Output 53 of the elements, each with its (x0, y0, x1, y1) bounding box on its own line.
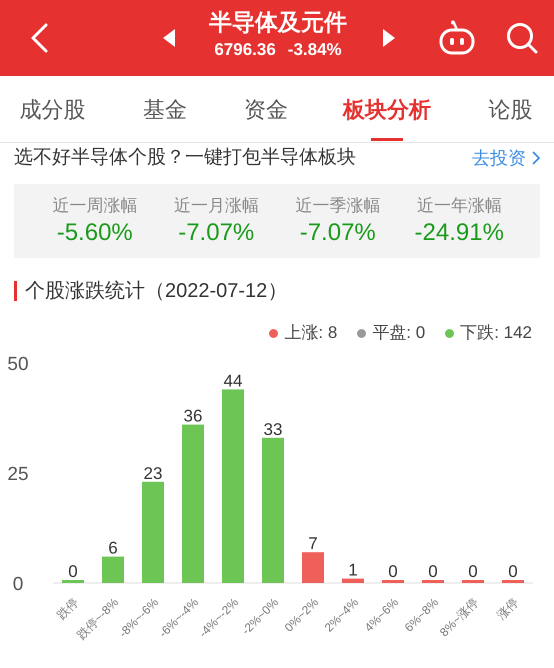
bar-value-label: 0 (468, 562, 478, 581)
bar (302, 552, 324, 583)
bar (62, 580, 84, 583)
stat-label: 近一周涨幅 (52, 195, 138, 217)
stat-value: -7.07% (300, 218, 376, 248)
y-tick-label: 25 (7, 464, 29, 485)
y-tick-label: 0 (12, 574, 24, 595)
category-label: 跌停 (54, 595, 82, 622)
bar-value-label: 1 (348, 560, 358, 580)
section-title: 个股涨跌统计（2022-07-12） (25, 279, 288, 304)
legend-label: 上涨: 8 (284, 322, 338, 344)
bar-value-label: 33 (264, 420, 282, 439)
tab[interactable]: 板块分析 (307, 76, 467, 142)
legend-label: 下跌: 142 (460, 322, 532, 344)
stat-label: 近一季涨幅 (295, 195, 380, 217)
bar (422, 580, 444, 583)
category-label: 涨停 (494, 595, 522, 622)
bar-value-label: 0 (428, 562, 438, 581)
tab[interactable]: 基金 (105, 76, 225, 142)
tab[interactable]: 资金 (225, 76, 307, 142)
sector-title: 半导体及元件 (209, 8, 347, 37)
bar (382, 580, 404, 583)
bar (342, 578, 364, 583)
bar-value-label: 6 (108, 538, 118, 558)
stat-value: -5.60% (56, 218, 133, 248)
bar-value-label: 0 (68, 562, 78, 581)
legend-label: 平盘: 0 (372, 322, 426, 344)
section-marker (14, 281, 17, 301)
bar (102, 556, 124, 583)
bar-value-label: 0 (508, 562, 518, 581)
chevron-right-icon[interactable] (532, 151, 540, 165)
invest-link[interactable]: 去投资 (472, 144, 540, 172)
stat-label: 近一年涨幅 (416, 195, 502, 217)
bar-value-label: 23 (144, 464, 162, 483)
index-change: -3.84% (288, 39, 342, 61)
tab[interactable]: 论股 (467, 76, 554, 142)
bar (462, 580, 484, 583)
bar-value-label: 36 (184, 406, 202, 426)
tab[interactable]: 成分股 (0, 76, 105, 142)
stat-value: -24.91% (414, 218, 504, 248)
search-icon[interactable] (506, 22, 538, 54)
bar (502, 580, 524, 583)
promo-text: 选不好半导体个股？一键打包半导体板块 (14, 146, 356, 170)
next-button[interactable] (382, 28, 396, 48)
y-tick-label: 50 (7, 354, 29, 375)
stat-value: -7.07% (178, 218, 254, 248)
bar-value-label: 0 (388, 562, 398, 581)
index-price: 6796.36 (214, 39, 276, 61)
robot-icon[interactable] (437, 20, 477, 56)
previous-button[interactable] (162, 28, 176, 48)
bar-value-label: 44 (224, 371, 242, 390)
stat-label: 近一月涨幅 (174, 195, 259, 217)
bar-value-label: 7 (308, 534, 318, 554)
